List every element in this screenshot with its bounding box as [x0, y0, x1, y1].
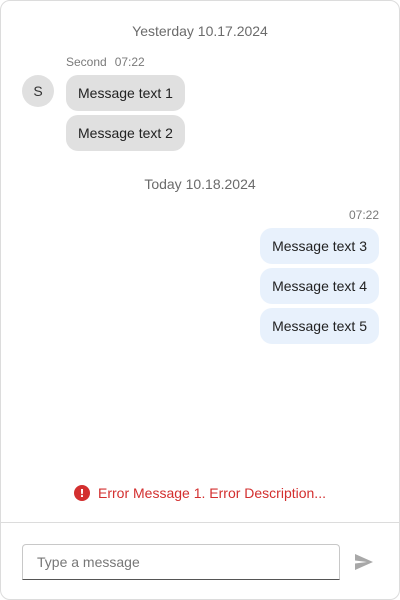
error-icon: ! [74, 485, 91, 501]
message-bubble-incoming[interactable]: Message text 1 [66, 75, 185, 111]
day-separator-today: Today 10.18.2024 [144, 176, 256, 192]
message-input[interactable] [22, 544, 340, 580]
message-meta: Second 07:22 [66, 55, 145, 69]
message-time: 07:22 [348, 208, 379, 222]
sender-name: Second [66, 55, 107, 69]
message-time: 07:22 [114, 55, 145, 69]
day-separator-yesterday: Yesterday 10.17.2024 [132, 23, 268, 39]
send-icon [355, 554, 373, 570]
error-message: ! Error Message 1. Error Description... [1, 485, 399, 501]
send-button[interactable] [350, 548, 378, 576]
error-text: Error Message 1. Error Description... [98, 485, 326, 501]
chat-window: Yesterday 10.17.2024 S Second 07:22 Messa… [0, 0, 400, 600]
message-bubble-outgoing[interactable]: Message text 3 [260, 228, 379, 264]
message-bubble-outgoing[interactable]: Message text 4 [260, 268, 379, 304]
composer-divider [1, 522, 399, 523]
avatar: S [22, 75, 54, 107]
message-bubble-incoming[interactable]: Message text 2 [66, 115, 185, 151]
message-bubble-outgoing[interactable]: Message text 5 [260, 308, 379, 344]
